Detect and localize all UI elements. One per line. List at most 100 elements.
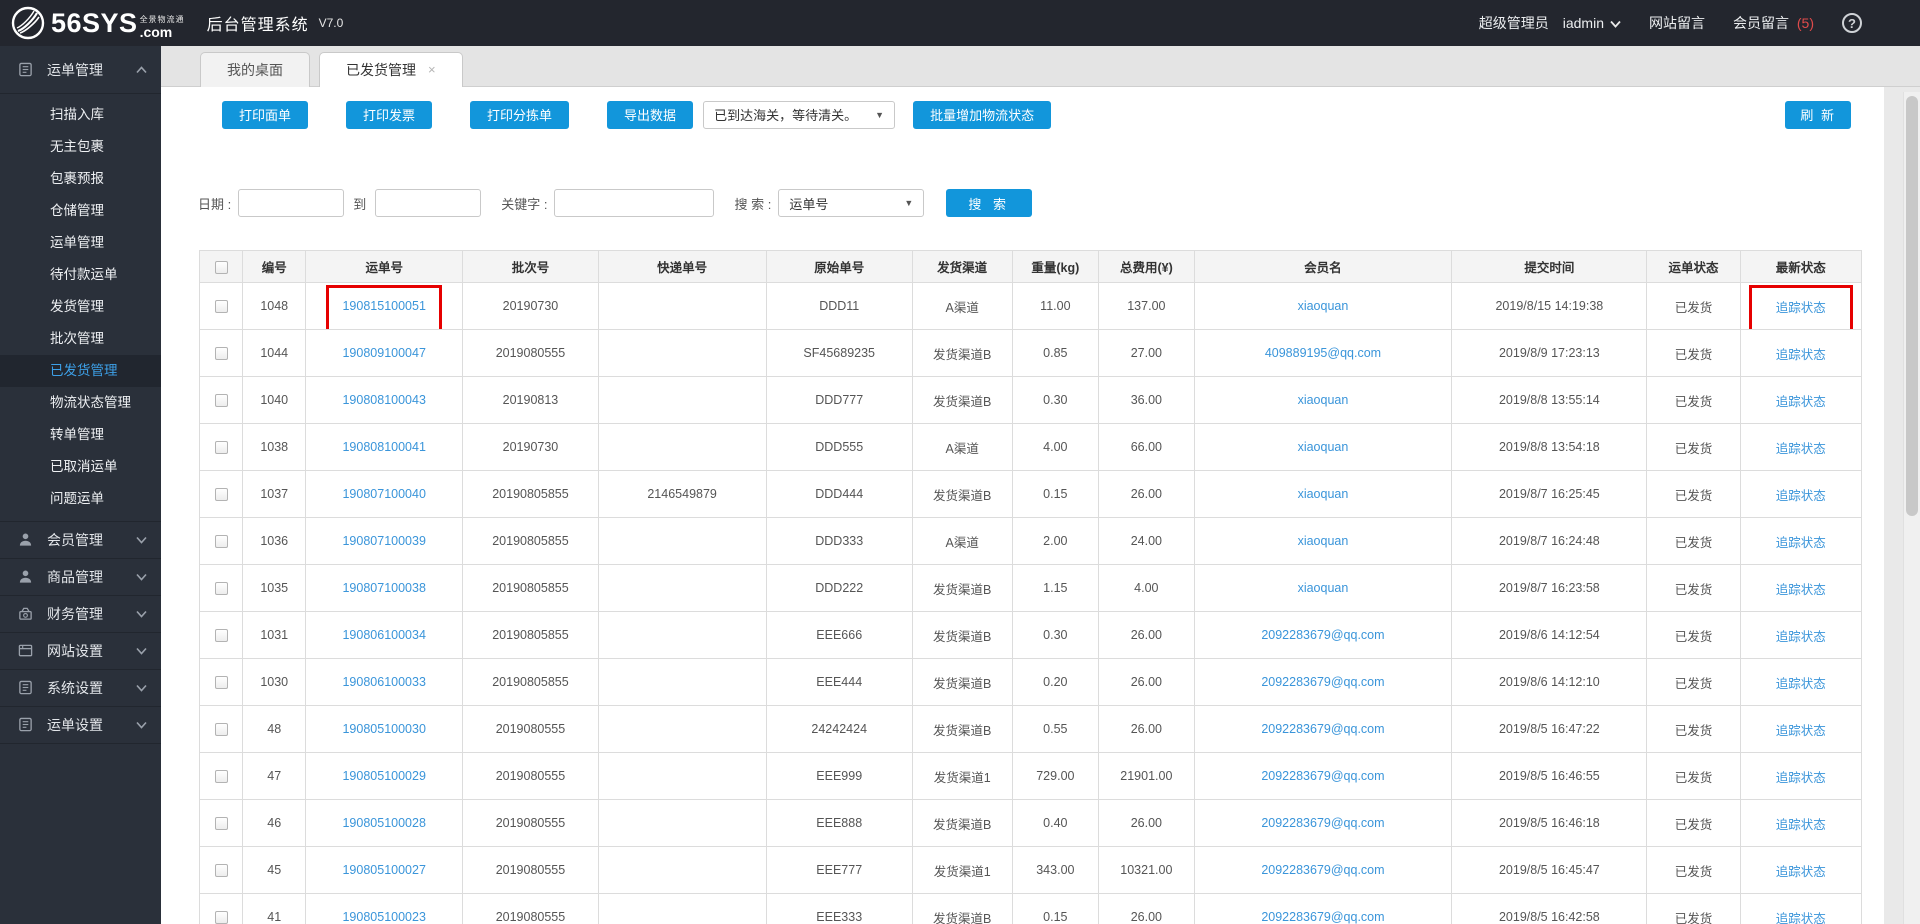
help-icon[interactable]: ? [1842, 13, 1862, 33]
track-status-link[interactable]: 追踪状态 [1776, 583, 1826, 597]
row-checkbox[interactable] [215, 394, 228, 407]
logistics-status-select[interactable]: 已到达海关，等待清关。 ▼ [703, 101, 895, 129]
member-link[interactable]: xiaoquan [1298, 393, 1349, 407]
waybill-link[interactable]: 190807100040 [342, 487, 425, 501]
waybill-link[interactable]: 190815100051 [342, 299, 425, 313]
member-link[interactable]: xiaoquan [1298, 299, 1349, 313]
member-link[interactable]: xiaoquan [1298, 534, 1349, 548]
row-checkbox[interactable] [215, 300, 228, 313]
member-link[interactable]: 2092283679@qq.com [1261, 816, 1384, 830]
waybill-link[interactable]: 190805100027 [342, 863, 425, 877]
waybill-link[interactable]: 190805100023 [342, 910, 425, 924]
keyword-input[interactable] [554, 189, 714, 217]
waybill-link[interactable]: 190807100038 [342, 581, 425, 595]
waybill-link[interactable]: 190808100043 [342, 393, 425, 407]
export-data-button[interactable]: 导出数据 [607, 101, 693, 129]
row-checkbox[interactable] [215, 488, 228, 501]
waybill-link[interactable]: 190809100047 [342, 346, 425, 360]
sidebar-item[interactable]: 批次管理 [0, 323, 161, 355]
sidebar-group[interactable]: 商品管理 [0, 559, 161, 596]
row-checkbox[interactable] [215, 629, 228, 642]
row-checkbox[interactable] [215, 347, 228, 360]
row-checkbox[interactable] [215, 441, 228, 454]
date-to-input[interactable] [375, 189, 481, 217]
row-checkbox[interactable] [215, 911, 228, 924]
sidebar-group[interactable]: 财务管理 [0, 596, 161, 633]
track-status-link[interactable]: 追踪状态 [1776, 865, 1826, 879]
track-status-link[interactable]: 追踪状态 [1776, 912, 1826, 924]
member-link[interactable]: xiaoquan [1298, 440, 1349, 454]
sidebar-item[interactable]: 转单管理 [0, 419, 161, 451]
member-link[interactable]: 2092283679@qq.com [1261, 722, 1384, 736]
scrollbar-thumb[interactable] [1906, 96, 1918, 516]
sidebar-item[interactable]: 运单管理 [0, 227, 161, 259]
member-link[interactable]: xiaoquan [1298, 581, 1349, 595]
date-from-input[interactable] [238, 189, 344, 217]
row-checkbox[interactable] [215, 817, 228, 830]
sidebar-item[interactable]: 发货管理 [0, 291, 161, 323]
member-link[interactable]: 2092283679@qq.com [1261, 910, 1384, 924]
track-status-link[interactable]: 追踪状态 [1776, 536, 1826, 550]
waybill-link[interactable]: 190806100033 [342, 675, 425, 689]
batch-add-status-button[interactable]: 批量增加物流状态 [913, 101, 1051, 129]
print-button[interactable]: 打印发票 [346, 101, 432, 129]
member-link[interactable]: 2092283679@qq.com [1261, 863, 1384, 877]
sidebar-item[interactable]: 无主包裹 [0, 131, 161, 163]
sidebar-item[interactable]: 物流状态管理 [0, 387, 161, 419]
sidebar-group[interactable]: 运单设置 [0, 707, 161, 744]
username[interactable]: iadmin [1563, 15, 1604, 31]
track-status-link[interactable]: 追踪状态 [1776, 818, 1826, 832]
track-status-link[interactable]: 追踪状态 [1776, 395, 1826, 409]
row-checkbox[interactable] [215, 723, 228, 736]
waybill-link[interactable]: 190805100029 [342, 769, 425, 783]
member-link[interactable]: 2092283679@qq.com [1261, 675, 1384, 689]
sidebar-item[interactable]: 仓储管理 [0, 195, 161, 227]
member-link[interactable]: xiaoquan [1298, 487, 1349, 501]
print-button[interactable]: 打印分拣单 [470, 101, 569, 129]
search-button[interactable]: 搜 索 [946, 189, 1032, 217]
tab[interactable]: 我的桌面 [200, 52, 310, 87]
scrollbar-track[interactable] [1903, 92, 1920, 924]
member-link[interactable]: 409889195@qq.com [1265, 346, 1381, 360]
print-button[interactable]: 打印面单 [222, 101, 308, 129]
member-link[interactable]: 2092283679@qq.com [1261, 628, 1384, 642]
track-status-link[interactable]: 追踪状态 [1776, 771, 1826, 785]
track-status-link[interactable]: 追踪状态 [1776, 442, 1826, 456]
row-checkbox[interactable] [215, 864, 228, 877]
waybill-link[interactable]: 190807100039 [342, 534, 425, 548]
sidebar-item[interactable]: 问题运单 [0, 483, 161, 515]
sidebar-item[interactable]: 已发货管理 [0, 355, 161, 387]
waybill-link[interactable]: 190806100034 [342, 628, 425, 642]
sidebar-group[interactable]: 系统设置 [0, 670, 161, 707]
sidebar-group[interactable]: 会员管理 [0, 522, 161, 559]
row-checkbox[interactable] [215, 676, 228, 689]
track-status-link[interactable]: 追踪状态 [1776, 489, 1826, 503]
sidebar-item[interactable]: 扫描入库 [0, 99, 161, 131]
waybill-link[interactable]: 190805100028 [342, 816, 425, 830]
track-status-link[interactable]: 追踪状态 [1776, 301, 1826, 315]
nav-member-messages[interactable]: 会员留言 (5) [1733, 13, 1814, 33]
user-menu[interactable]: iadmin [1563, 15, 1621, 31]
track-status-link[interactable]: 追踪状态 [1776, 630, 1826, 644]
member-link[interactable]: 2092283679@qq.com [1261, 769, 1384, 783]
search-type-select[interactable]: 运单号 ▼ [778, 189, 924, 217]
refresh-button[interactable]: 刷 新 [1785, 101, 1851, 129]
row-checkbox[interactable] [215, 582, 228, 595]
sidebar-item[interactable]: 已取消运单 [0, 451, 161, 483]
tab[interactable]: 已发货管理× [319, 52, 463, 87]
tab-close-icon[interactable]: × [428, 53, 436, 87]
sidebar-item[interactable]: 待付款运单 [0, 259, 161, 291]
track-status-link[interactable]: 追踪状态 [1776, 677, 1826, 691]
select-all-checkbox[interactable] [215, 261, 228, 274]
nav-site-messages[interactable]: 网站留言 [1649, 13, 1705, 33]
track-status-link[interactable]: 追踪状态 [1776, 348, 1826, 362]
sidebar-group[interactable]: 运单管理 [0, 46, 161, 94]
sidebar-item[interactable]: 包裹预报 [0, 163, 161, 195]
row-checkbox[interactable] [215, 770, 228, 783]
sidebar-group[interactable]: 网站设置 [0, 633, 161, 670]
track-status-link[interactable]: 追踪状态 [1776, 724, 1826, 738]
waybill-link[interactable]: 190808100041 [342, 440, 425, 454]
waybill-link[interactable]: 190805100030 [342, 722, 425, 736]
row-checkbox[interactable] [215, 535, 228, 548]
cell-batch: 20190813 [463, 377, 598, 424]
